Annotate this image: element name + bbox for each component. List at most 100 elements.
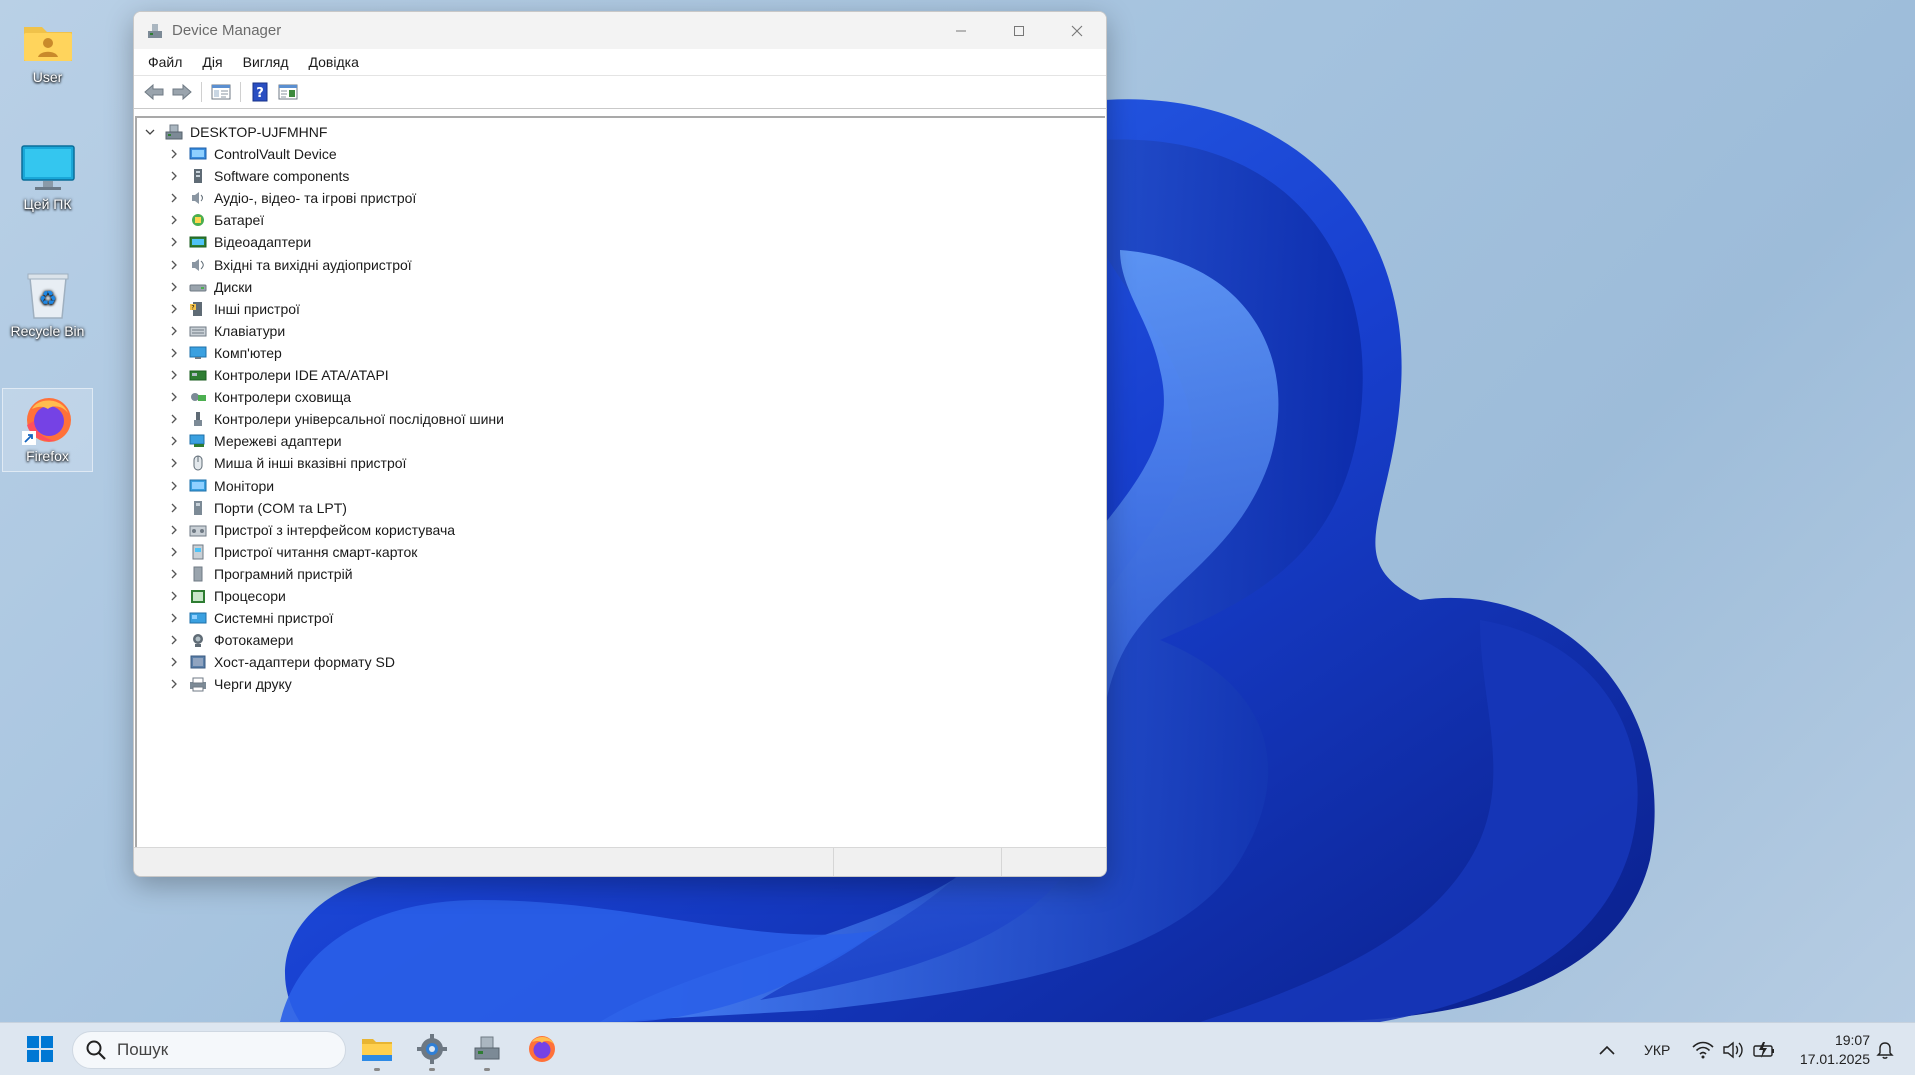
tree-item[interactable]: Батареї	[167, 209, 264, 231]
tree-item[interactable]: ControlVault Device	[167, 143, 337, 165]
tree-item-label: Вхідні та вихідні аудіопристрої	[214, 256, 412, 273]
tree-item[interactable]: ? Інші пристрої	[167, 298, 300, 320]
chevron-right-icon[interactable]	[167, 147, 181, 161]
tree-item[interactable]: Монітори	[167, 475, 274, 497]
tree-item[interactable]: Фотокамери	[167, 629, 293, 651]
tree-item-label: Порти (COM та LPT)	[214, 499, 347, 516]
user-folder-icon	[20, 16, 76, 66]
chevron-right-icon[interactable]	[167, 589, 181, 603]
start-button[interactable]	[20, 1029, 60, 1069]
chevron-right-icon[interactable]	[167, 456, 181, 470]
tree-item[interactable]: Контролери IDE ATA/ATAPI	[167, 364, 389, 386]
tree-item[interactable]: Клавіатури	[167, 320, 285, 342]
chevron-right-icon[interactable]	[167, 479, 181, 493]
taskbar-firefox[interactable]	[522, 1029, 562, 1069]
tree-item-label: Клавіатури	[214, 322, 286, 339]
taskbar-device-manager[interactable]	[467, 1029, 507, 1071]
chevron-right-icon[interactable]	[167, 235, 181, 249]
tree-item-label: Аудіо-, відео- та ігрові пристрої	[214, 190, 417, 207]
network-button[interactable]	[1692, 1023, 1714, 1075]
tree-item[interactable]: Програмний пристрій	[167, 563, 353, 585]
tree-item-label: Монітори	[214, 477, 275, 494]
tree-item[interactable]: Порти (COM та LPT)	[167, 497, 347, 519]
clock-date: 17.01.2025	[1799, 1051, 1870, 1067]
desktop-icon-recycle-bin[interactable]: ♻ Recycle Bin	[2, 264, 93, 348]
close-button[interactable]	[1048, 12, 1106, 49]
tree-item[interactable]: Аудіо-, відео- та ігрові пристрої	[167, 187, 416, 209]
tree-item[interactable]: Системні пристрої	[167, 607, 333, 629]
chevron-right-icon[interactable]	[167, 523, 181, 537]
show-hide-console-tree-button[interactable]	[207, 79, 235, 105]
chevron-right-icon[interactable]	[167, 346, 181, 360]
desktop-icon-this-pc[interactable]: Цей ПК	[2, 137, 93, 221]
taskbar-settings[interactable]	[412, 1029, 452, 1071]
tree-item[interactable]: Диски	[167, 276, 252, 298]
desktop-icon-user[interactable]: User	[2, 10, 93, 94]
chevron-right-icon[interactable]	[167, 655, 181, 669]
chevron-right-icon[interactable]	[167, 390, 181, 404]
title-bar[interactable]: Device Manager	[134, 12, 1106, 49]
chevron-right-icon[interactable]	[167, 412, 181, 426]
tree-item[interactable]: Процесори	[167, 585, 286, 607]
menu-file[interactable]: Файл	[146, 52, 184, 72]
taskbar-file-explorer[interactable]	[357, 1029, 397, 1071]
chevron-right-icon[interactable]	[167, 545, 181, 559]
tree-item-label: Мережеві адаптери	[214, 433, 342, 450]
notifications-button[interactable]	[1876, 1023, 1894, 1075]
tree-item[interactable]: Хост-адаптери формату SD	[167, 651, 395, 673]
input-language-indicator[interactable]: УКР	[1644, 1023, 1670, 1075]
tree-item[interactable]: Контролери універсальної послідовної шин…	[167, 408, 504, 430]
chevron-right-icon[interactable]	[167, 567, 181, 581]
minimize-button[interactable]	[932, 12, 990, 49]
tree-item[interactable]: Миша й інші вказівні пристрої	[167, 452, 406, 474]
tree-item-label: Диски	[214, 278, 253, 295]
tree-item[interactable]: Software components	[167, 165, 349, 187]
menu-view[interactable]: Вигляд	[241, 52, 291, 72]
desktop-icon-firefox[interactable]: Firefox	[2, 388, 93, 472]
menu-help[interactable]: Довідка	[307, 52, 361, 72]
chevron-right-icon[interactable]	[167, 280, 181, 294]
chevron-right-icon[interactable]	[167, 213, 181, 227]
tree-item[interactable]: Мережеві адаптери	[167, 430, 342, 452]
battery-icon	[189, 212, 207, 228]
properties-button[interactable]	[274, 79, 302, 105]
tree-root-computer[interactable]: DESKTOP-UJFMHNF	[143, 121, 327, 143]
battery-button[interactable]	[1752, 1023, 1776, 1075]
taskbar-clock[interactable]: 19:07 17.01.2025	[1790, 1031, 1870, 1069]
forward-button[interactable]	[168, 79, 196, 105]
volume-button[interactable]	[1722, 1023, 1744, 1075]
tree-item[interactable]: Пристрої з інтерфейсом користувача	[167, 519, 455, 541]
chevron-right-icon[interactable]	[167, 501, 181, 515]
tree-item[interactable]: Черги друку	[167, 673, 292, 695]
chevron-right-icon[interactable]	[167, 677, 181, 691]
maximize-button[interactable]	[990, 12, 1048, 49]
taskbar-search-box[interactable]: Пошук	[72, 1031, 346, 1069]
tree-item[interactable]: Вхідні та вихідні аудіопристрої	[167, 254, 412, 276]
smart-card-reader-icon	[189, 544, 207, 560]
chevron-right-icon[interactable]	[167, 191, 181, 205]
device-tree[interactable]: DESKTOP-UJFMHNF ControlVault Device Softw…	[135, 116, 1105, 848]
menu-action[interactable]: Дія	[200, 52, 224, 72]
tree-item[interactable]: Відеоадаптери	[167, 231, 311, 253]
show-hidden-icons-button[interactable]	[1598, 1023, 1616, 1075]
chevron-right-icon[interactable]	[167, 368, 181, 382]
chevron-right-icon[interactable]	[167, 633, 181, 647]
help-button[interactable]: ?	[246, 79, 274, 105]
bell-icon	[1876, 1041, 1894, 1059]
chevron-down-icon[interactable]	[143, 125, 157, 139]
recycle-bin-icon: ♻	[20, 270, 76, 320]
tree-item[interactable]: Пристрої читання смарт-карток	[167, 541, 417, 563]
firefox-icon	[20, 395, 76, 445]
chevron-right-icon[interactable]	[167, 302, 181, 316]
tree-item[interactable]: Контролери сховища	[167, 386, 351, 408]
tree-item[interactable]: Комп'ютер	[167, 342, 282, 364]
keyboard-icon	[189, 323, 207, 339]
chevron-right-icon[interactable]	[167, 434, 181, 448]
search-placeholder: Пошук	[117, 1040, 169, 1059]
chevron-right-icon[interactable]	[167, 258, 181, 272]
chevron-right-icon[interactable]	[167, 611, 181, 625]
chevron-right-icon[interactable]	[167, 169, 181, 183]
gear-icon	[417, 1034, 447, 1064]
chevron-right-icon[interactable]	[167, 324, 181, 338]
back-button[interactable]	[140, 79, 168, 105]
